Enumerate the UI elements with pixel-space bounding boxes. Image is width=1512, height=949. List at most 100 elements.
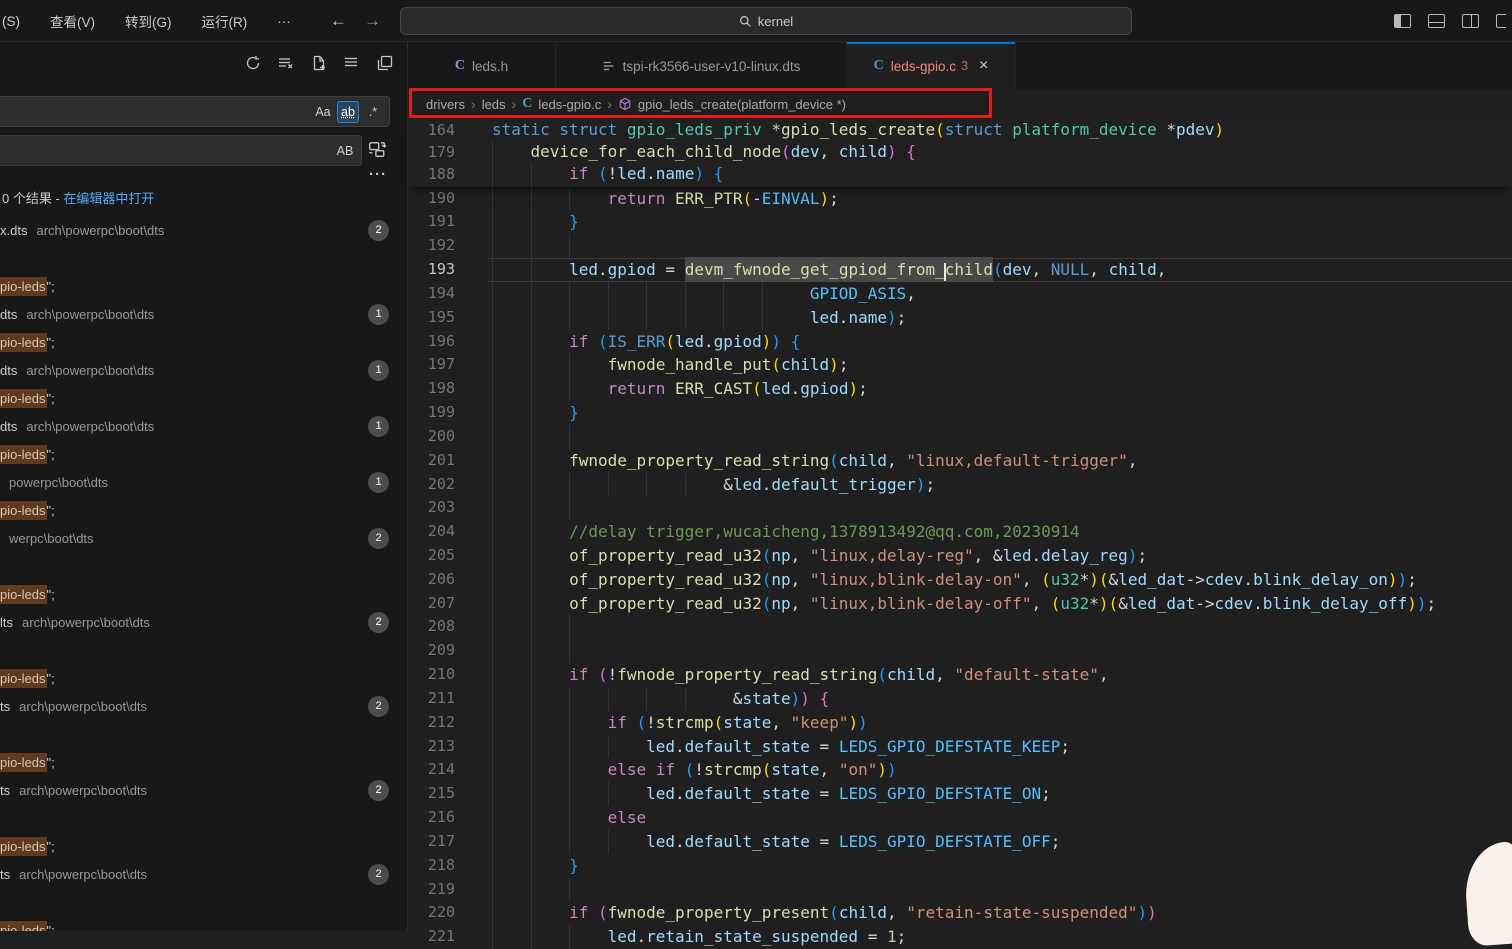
replace-all-icon[interactable] [368, 140, 390, 162]
line-number: 213 [408, 735, 455, 759]
go-back-icon[interactable]: ← [330, 0, 347, 42]
more-actions-icon[interactable]: ··· [369, 166, 387, 183]
result-spacer [0, 636, 407, 664]
code-line[interactable]: 215 led.default_state = LEDS_GPIO_DEFSTA… [408, 782, 1512, 806]
search-file-row[interactable]: werpc\boot\dts2 [0, 524, 407, 552]
preserve-case-toggle[interactable]: AB [334, 140, 356, 162]
code-line[interactable]: 211 &state)) { [408, 687, 1512, 711]
search-file-row[interactable]: powerpc\boot\dts1 [0, 468, 407, 496]
sticky-scroll[interactable]: 164static struct gpio_leds_priv *gpio_le… [408, 118, 1512, 187]
line-number: 212 [408, 711, 455, 735]
search-file-row[interactable]: tsarch\powerpc\boot\dts2 [0, 692, 407, 720]
tab-tspi-dts[interactable]: tspi-rk3566-user-v10-linux.dts [556, 42, 847, 90]
code-line[interactable]: 188 if (!led.name) { [408, 163, 1512, 185]
command-center-search[interactable]: kernel [400, 7, 1132, 35]
code-line[interactable]: 208 [408, 615, 1512, 639]
code-line[interactable]: 210 if (!fwnode_property_read_string(chi… [408, 663, 1512, 687]
regex-toggle[interactable]: .* [362, 101, 384, 123]
expand-all-icon[interactable] [344, 55, 360, 71]
code-line-current[interactable]: 193 led.gpiod = devm_fwnode_get_gpiod_fr… [408, 258, 1512, 282]
search-match-row[interactable]: pio-leds"; [0, 272, 407, 300]
code-line[interactable]: 209 [408, 639, 1512, 663]
code-line[interactable]: 207 of_property_read_u32(np, "linux,blin… [408, 592, 1512, 616]
go-forward-icon[interactable]: → [364, 0, 381, 42]
code-line[interactable]: 192 [408, 234, 1512, 258]
search-match-row[interactable]: pio-leds"; [0, 664, 407, 692]
menu-overflow-button[interactable]: ··· [262, 14, 306, 29]
close-tab-icon[interactable]: × [979, 57, 988, 75]
match-count-badge: 1 [368, 416, 389, 437]
toggle-primary-sidebar-icon[interactable] [1394, 14, 1411, 28]
code-line[interactable]: 220 if (fwnode_property_present(child, "… [408, 901, 1512, 925]
code-line[interactable]: 202 &led.default_trigger); [408, 473, 1512, 497]
search-input[interactable]: Aa ab .* [0, 96, 390, 127]
code-line[interactable]: 179 device_for_each_child_node(dev, chil… [408, 141, 1512, 163]
search-file-row[interactable]: dtsarch\powerpc\boot\dts1 [0, 356, 407, 384]
open-in-editor-link[interactable]: 在编辑器中打开 [63, 191, 154, 206]
code-line[interactable]: 194 GPIOD_ASIS, [408, 282, 1512, 306]
customize-layout-icon[interactable] [1496, 14, 1506, 28]
breadcrumb-item-leds[interactable]: leds [482, 97, 506, 112]
collapse-all-icon[interactable] [377, 55, 393, 71]
tab-problems-badge: 3 [961, 59, 968, 73]
code-line[interactable]: 200 [408, 425, 1512, 449]
code-line[interactable]: 195 led.name); [408, 306, 1512, 330]
search-match-row[interactable]: pio-leds"; [0, 580, 407, 608]
code-line[interactable]: 217 led.default_state = LEDS_GPIO_DEFSTA… [408, 830, 1512, 854]
code-line[interactable]: 221 led.retain_state_suspended = 1; [408, 925, 1512, 949]
tab-label: leds.h [472, 59, 508, 74]
tab-leds-h[interactable]: C leds.h [408, 42, 556, 90]
clear-search-results-icon[interactable] [278, 55, 294, 71]
search-file-row[interactable]: dtsarch\powerpc\boot\dts1 [0, 412, 407, 440]
chevron-right-icon: › [471, 96, 476, 112]
breadcrumb: drivers › leds › C leds-gpio.c › gpio_le… [408, 90, 1512, 118]
tab-leds-gpio-c[interactable]: C leds-gpio.c 3 × [847, 42, 1016, 90]
toggle-secondary-sidebar-icon[interactable] [1462, 14, 1479, 28]
code-line[interactable]: 199 } [408, 401, 1512, 425]
refresh-icon[interactable] [245, 55, 261, 71]
search-match-row[interactable]: pio-leds"; [0, 384, 407, 412]
search-match-row[interactable]: pio-leds"; [0, 496, 407, 524]
code-line[interactable]: 204 //delay trigger,wucaicheng,137891349… [408, 520, 1512, 544]
code-line[interactable]: 218 } [408, 854, 1512, 878]
code-line[interactable]: 214 else if (!strcmp(state, "on")) [408, 758, 1512, 782]
code-line[interactable]: 203 [408, 496, 1512, 520]
search-file-row[interactable]: tsarch\powerpc\boot\dts2 [0, 860, 407, 888]
code-line[interactable]: 191 } [408, 210, 1512, 234]
breadcrumb-item-file[interactable]: leds-gpio.c [538, 97, 601, 112]
search-file-row[interactable]: ltsarch\powerpc\boot\dts2 [0, 608, 407, 636]
code-line[interactable]: 196 if (IS_ERR(led.gpiod)) { [408, 330, 1512, 354]
code-line[interactable]: 205 of_property_read_u32(np, "linux,dela… [408, 544, 1512, 568]
search-match-row[interactable]: pio-leds"; [0, 832, 407, 860]
match-case-toggle[interactable]: Aa [312, 101, 334, 123]
whole-word-toggle[interactable]: ab [337, 101, 359, 123]
code-line[interactable]: 190 return ERR_PTR(-EINVAL); [408, 187, 1512, 211]
menu-item-go[interactable]: 转到(G) [110, 11, 187, 31]
search-match-row[interactable]: pio-leds"; [0, 916, 407, 931]
code-line[interactable]: 198 return ERR_CAST(led.gpiod); [408, 377, 1512, 401]
search-match-row[interactable]: pio-leds"; [0, 748, 407, 776]
replace-input[interactable]: AB [0, 135, 362, 166]
code-line[interactable]: 216 else [408, 806, 1512, 830]
code-line[interactable]: 201 fwnode_property_read_string(child, "… [408, 449, 1512, 473]
open-new-search-editor-icon[interactable] [311, 55, 327, 71]
match-count-badge: 2 [368, 864, 389, 885]
search-file-row[interactable]: x.dtsarch\powerpc\boot\dts2 [0, 216, 407, 244]
code-line[interactable]: 213 led.default_state = LEDS_GPIO_DEFSTA… [408, 735, 1512, 759]
menu-item-cut[interactable]: (S) [0, 14, 35, 29]
breadcrumb-item-symbol[interactable]: gpio_leds_create(platform_device *) [638, 97, 846, 112]
search-match-row[interactable]: pio-leds"; [0, 328, 407, 356]
code-line[interactable]: 206 of_property_read_u32(np, "linux,blin… [408, 568, 1512, 592]
code-area[interactable]: 190 return ERR_PTR(-EINVAL);191 }192 193… [408, 187, 1512, 949]
code-line[interactable]: 212 if (!strcmp(state, "keep")) [408, 711, 1512, 735]
menu-item-run[interactable]: 运行(R) [187, 11, 263, 31]
menu-item-view[interactable]: 查看(V) [35, 11, 110, 31]
code-line[interactable]: 197 fwnode_handle_put(child); [408, 353, 1512, 377]
code-line[interactable]: 164static struct gpio_leds_priv *gpio_le… [408, 119, 1512, 141]
search-match-row[interactable]: pio-leds"; [0, 440, 407, 468]
search-file-row[interactable]: tsarch\powerpc\boot\dts2 [0, 776, 407, 804]
toggle-panel-icon[interactable] [1428, 14, 1445, 28]
search-file-row[interactable]: dtsarch\powerpc\boot\dts1 [0, 300, 407, 328]
breadcrumb-item-drivers[interactable]: drivers [426, 97, 465, 112]
code-line[interactable]: 219 [408, 878, 1512, 902]
